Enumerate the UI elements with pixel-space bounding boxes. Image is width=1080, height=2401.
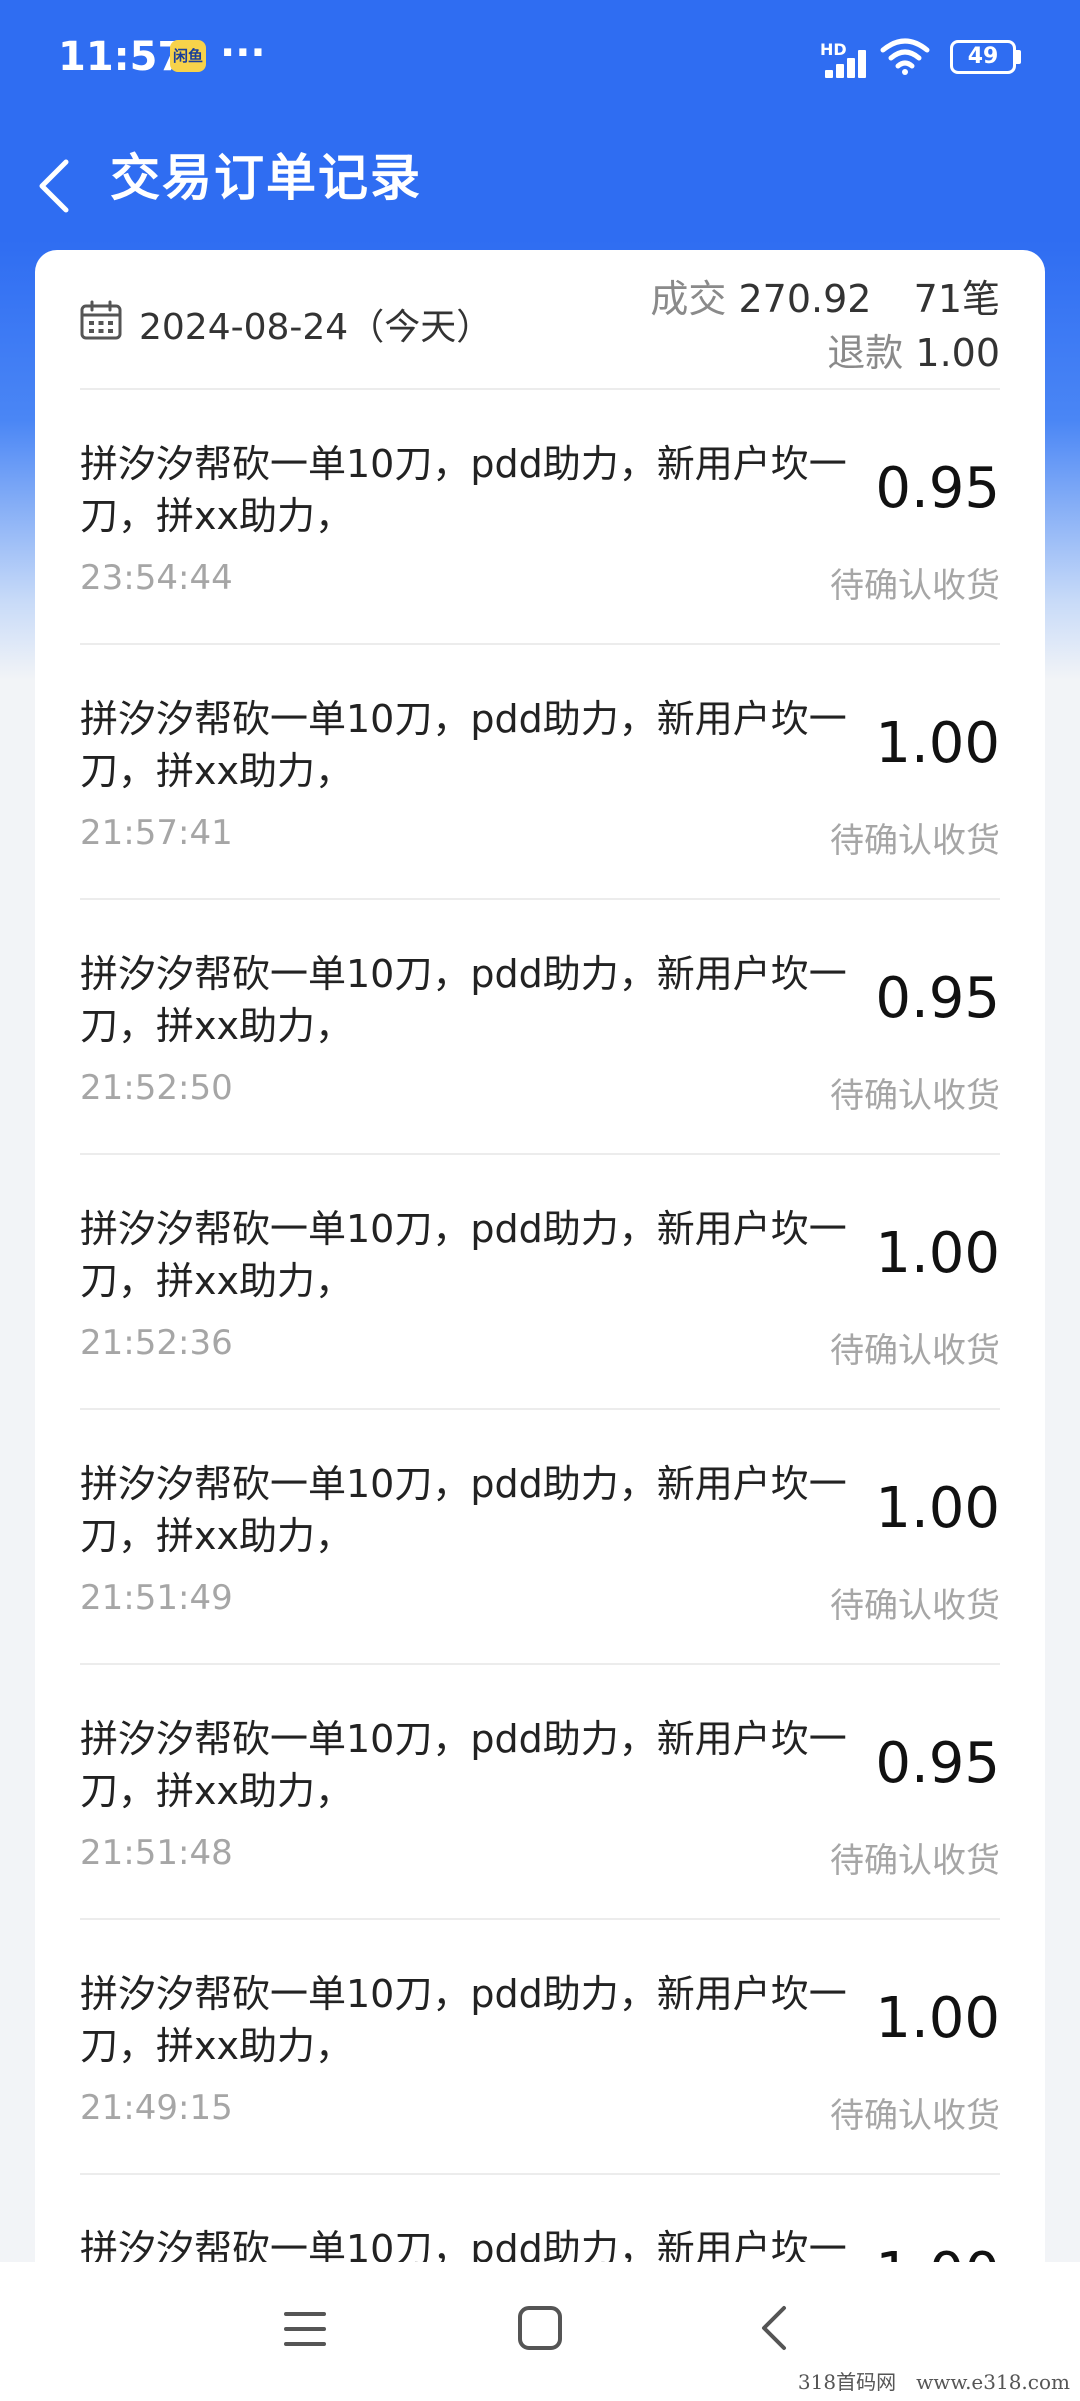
order-item[interactable]: 拼汐汐帮砍一单10刀，pdd助力，新用户坎一刀，拼xx助力， 0.95 23:5…: [35, 390, 1045, 645]
order-item[interactable]: 拼汐汐帮砍一单10刀，pdd助力，新用户坎一刀，拼xx助力， 1.00 21:5…: [35, 1410, 1045, 1665]
order-description: 拼汐汐帮砍一单10刀，pdd助力，新用户坎一刀，拼xx助力，: [80, 697, 847, 793]
order-amount: 1.00: [875, 711, 1000, 776]
order-status: 待确认收货: [830, 566, 1000, 606]
order-amount: 0.95: [875, 456, 1000, 521]
battery-level: 49: [967, 44, 999, 69]
summary-date: 2024-08-24（今天）: [139, 307, 493, 348]
watermark: 318首码网 www.e318.com: [797, 2370, 1070, 2394]
traded-amount: 270.92: [738, 277, 872, 321]
order-amount: 1.00: [875, 1476, 1000, 1541]
order-list: 拼汐汐帮砍一单10刀，pdd助力，新用户坎一刀，拼xx助力， 0.95 23:5…: [35, 390, 1045, 2300]
daily-summary[interactable]: 2024-08-24（今天） 成交 270.92 71笔 退款 1.00: [35, 250, 1045, 390]
order-amount: 0.95: [875, 1731, 1000, 1796]
order-item[interactable]: 拼汐汐帮砍一单10刀，pdd助力，新用户坎一刀，拼xx助力， 1.00 21:5…: [35, 645, 1045, 900]
status-bar: 11:57 闲鱼 ··· HD 49: [0, 0, 1080, 118]
signal-icon: [825, 50, 873, 78]
battery-icon: 49: [950, 40, 1016, 74]
order-description: 拼汐汐帮砍一单10刀，pdd助力，新用户坎一刀，拼xx助力，: [80, 1972, 847, 2068]
navigation-header: 交易订单记录: [0, 118, 1080, 248]
traded-summary: 成交 270.92 71笔: [650, 268, 1000, 323]
order-status: 待确认收货: [830, 1586, 1000, 1626]
battery-tip: [1016, 50, 1021, 64]
order-description: 拼汐汐帮砍一单10刀，pdd助力，新用户坎一刀，拼xx助力，: [80, 1207, 847, 1303]
order-status: 待确认收货: [830, 1076, 1000, 1116]
order-status: 待确认收货: [830, 1841, 1000, 1881]
order-amount: 1.00: [875, 1986, 1000, 2051]
more-notifications-icon: ···: [220, 30, 266, 76]
chevron-left-icon: [39, 159, 69, 213]
system-navigation-bar: 318首码网 www.e318.com: [0, 2262, 1080, 2401]
order-item[interactable]: 拼汐汐帮砍一单10刀，pdd助力，新用户坎一刀，拼xx助力， 0.95 21:5…: [35, 1665, 1045, 1920]
order-amount: 0.95: [875, 966, 1000, 1031]
order-time: 23:54:44: [80, 558, 233, 598]
order-description: 拼汐汐帮砍一单10刀，pdd助力，新用户坎一刀，拼xx助力，: [80, 952, 847, 1048]
order-description: 拼汐汐帮砍一单10刀，pdd助力，新用户坎一刀，拼xx助力，: [80, 1462, 847, 1558]
calendar-icon: [80, 300, 122, 340]
order-time: 21:57:41: [80, 813, 233, 853]
order-time: 21:51:48: [80, 1833, 233, 1873]
menu-icon[interactable]: [280, 2304, 330, 2354]
order-status: 待确认收货: [830, 2096, 1000, 2136]
back-triangle-icon[interactable]: [750, 2302, 800, 2354]
back-button[interactable]: [30, 140, 90, 228]
app-notification-icon: 闲鱼: [170, 40, 206, 72]
order-time: 21:52:36: [80, 1323, 233, 1363]
refund-summary: 退款 1.00: [827, 322, 1000, 377]
order-description: 拼汐汐帮砍一单10刀，pdd助力，新用户坎一刀，拼xx助力，: [80, 442, 847, 538]
order-item[interactable]: 拼汐汐帮砍一单10刀，pdd助力，新用户坎一刀，拼xx助力， 1.00 21:5…: [35, 1155, 1045, 1410]
order-item[interactable]: 拼汐汐帮砍一单10刀，pdd助力，新用户坎一刀，拼xx助力， 1.00 21:4…: [35, 1920, 1045, 2175]
traded-label: 成交: [650, 277, 727, 321]
order-status: 待确认收货: [830, 821, 1000, 861]
order-description: 拼汐汐帮砍一单10刀，pdd助力，新用户坎一刀，拼xx助力，: [80, 1717, 847, 1813]
order-time: 21:49:15: [80, 2088, 233, 2128]
refund-amount: 1.00: [915, 331, 1000, 375]
order-amount: 1.00: [875, 1221, 1000, 1286]
order-item[interactable]: 拼汐汐帮砍一单10刀，pdd助力，新用户坎一刀，拼xx助力， 0.95 21:5…: [35, 900, 1045, 1155]
wifi-icon: [880, 38, 930, 75]
page-title: 交易订单记录: [110, 149, 422, 207]
order-card: 2024-08-24（今天） 成交 270.92 71笔 退款 1.00 拼汐汐…: [35, 250, 1045, 2300]
order-time: 21:51:49: [80, 1578, 233, 1618]
status-time: 11:57: [58, 34, 186, 80]
square-home-icon[interactable]: [514, 2302, 566, 2354]
refund-label: 退款: [827, 331, 904, 375]
order-status: 待确认收货: [830, 1331, 1000, 1371]
order-time: 21:52:50: [80, 1068, 233, 1108]
order-count: 71笔: [913, 277, 1000, 321]
